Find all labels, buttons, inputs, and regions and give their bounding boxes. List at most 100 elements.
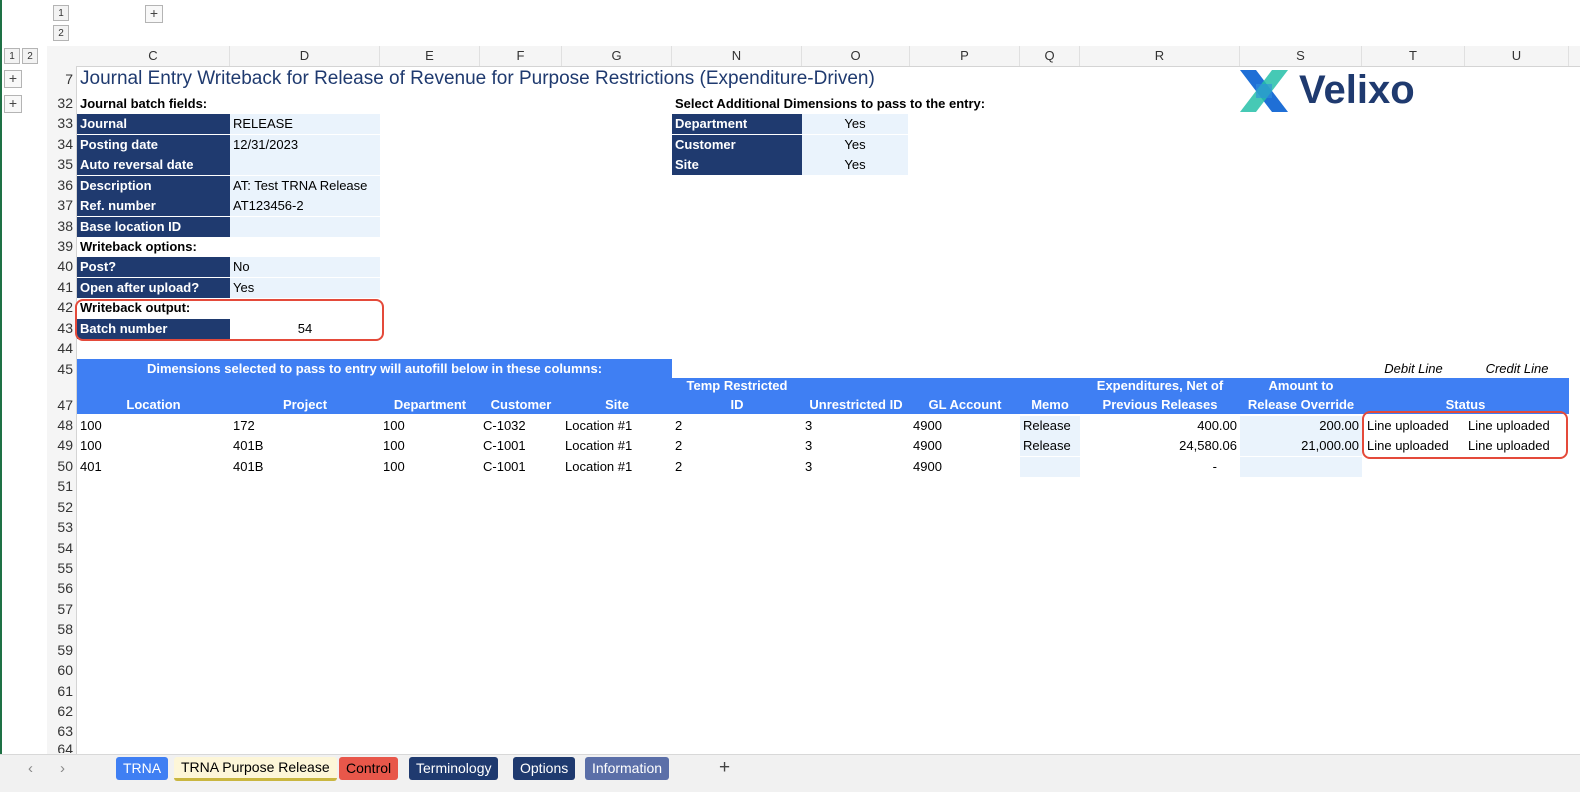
row-header[interactable]: 63 (47, 723, 73, 739)
cell-unrestricted-id[interactable]: 3 (802, 436, 910, 456)
cell-site[interactable]: Location #1 (562, 436, 672, 456)
column-header[interactable]: O (802, 46, 910, 66)
row-header[interactable]: 36 (47, 177, 73, 193)
row-header[interactable]: 43 (47, 320, 73, 336)
customer-toggle[interactable]: Yes (802, 135, 908, 155)
row-header[interactable]: 56 (47, 580, 73, 596)
cell-project[interactable]: 401B (230, 457, 380, 477)
outline-level-2-left[interactable]: 2 (22, 48, 38, 64)
cell-project[interactable]: 172 (230, 416, 380, 436)
row-header[interactable]: 50 (47, 458, 73, 474)
cell-memo[interactable]: Release (1020, 436, 1080, 456)
cell-temp-id[interactable]: 2 (672, 416, 802, 436)
row-header[interactable]: 64 (47, 741, 73, 753)
ref-number-value[interactable]: AT123456-2 (230, 196, 380, 216)
cell-unrestricted-id[interactable]: 3 (802, 416, 910, 436)
cell-amount-override[interactable]: 200.00 (1240, 416, 1362, 436)
row-header[interactable]: 47 (47, 397, 73, 413)
cell-site[interactable]: Location #1 (562, 416, 672, 436)
row-header[interactable]: 60 (47, 662, 73, 678)
tab-trna[interactable]: TRNA (116, 757, 169, 780)
row-header[interactable]: 51 (47, 478, 73, 494)
row-header[interactable]: 42 (47, 299, 73, 315)
expand-group-button[interactable]: + (145, 5, 163, 23)
tab-trna-purpose-release[interactable]: TRNA Purpose Release (174, 757, 337, 781)
cell-location[interactable]: 100 (77, 436, 230, 456)
row-header[interactable]: 35 (47, 156, 73, 172)
row-header[interactable]: 57 (47, 601, 73, 617)
cell-department[interactable]: 100 (380, 436, 480, 456)
column-header[interactable]: C (77, 46, 230, 66)
row-header[interactable]: 61 (47, 683, 73, 699)
department-toggle[interactable]: Yes (802, 114, 908, 134)
row-header[interactable]: 41 (47, 279, 73, 295)
journal-value[interactable]: RELEASE (230, 114, 380, 134)
expand-rows-button[interactable]: + (4, 95, 22, 113)
cell-memo[interactable] (1020, 457, 1080, 477)
cell-expenditures[interactable]: 400.00 (1080, 416, 1240, 436)
cell-customer[interactable]: C-1001 (480, 436, 562, 456)
row-header[interactable]: 62 (47, 703, 73, 719)
tab-information[interactable]: Information (585, 757, 670, 780)
cell-amount-override[interactable] (1240, 457, 1362, 477)
row-header[interactable]: 34 (47, 136, 73, 152)
row-header[interactable]: 49 (47, 437, 73, 453)
cell-location[interactable]: 401 (77, 457, 230, 477)
cell-gl-account[interactable]: 4900 (910, 416, 1020, 436)
cell-debit-status[interactable] (1364, 457, 1465, 477)
row-header[interactable]: 33 (47, 115, 73, 131)
column-header[interactable]: S (1240, 46, 1362, 66)
next-sheet-icon[interactable]: › (60, 760, 65, 777)
open-after-upload-value[interactable]: Yes (230, 278, 380, 298)
column-header[interactable]: P (910, 46, 1020, 66)
row-header[interactable]: 32 (47, 95, 73, 111)
expand-rows-button[interactable]: + (4, 70, 22, 88)
cell-credit-status[interactable] (1465, 457, 1569, 477)
column-header[interactable]: N (672, 46, 802, 66)
column-header[interactable]: T (1362, 46, 1465, 66)
row-header[interactable]: 7 (47, 71, 73, 87)
cell-site[interactable]: Location #1 (562, 457, 672, 477)
column-header[interactable]: G (562, 46, 672, 66)
cell-memo[interactable]: Release (1020, 416, 1080, 436)
cell-expenditures[interactable]: - (1080, 457, 1220, 477)
column-header[interactable]: D (230, 46, 380, 66)
tab-terminology[interactable]: Terminology (409, 757, 499, 780)
cell-customer[interactable]: C-1032 (480, 416, 562, 436)
row-header[interactable]: 38 (47, 218, 73, 234)
row-header[interactable]: 59 (47, 642, 73, 658)
row-header[interactable]: 48 (47, 417, 73, 433)
cell-expenditures[interactable]: 24,580.06 (1080, 436, 1240, 456)
tab-options[interactable]: Options (513, 757, 576, 780)
row-header[interactable]: 58 (47, 621, 73, 637)
row-header[interactable]: 53 (47, 519, 73, 535)
row-header[interactable]: 54 (47, 540, 73, 556)
posting-date-value[interactable]: 12/31/2023 (230, 135, 380, 155)
column-header[interactable]: E (380, 46, 480, 66)
cell-project[interactable]: 401B (230, 436, 380, 456)
cell-customer[interactable]: C-1001 (480, 457, 562, 477)
add-sheet-button[interactable]: + (719, 757, 730, 779)
column-header[interactable]: U (1465, 46, 1569, 66)
previous-sheet-icon[interactable]: ‹ (28, 760, 33, 777)
site-toggle[interactable]: Yes (802, 155, 908, 175)
cell-unrestricted-id[interactable]: 3 (802, 457, 910, 477)
row-header[interactable]: 55 (47, 560, 73, 576)
row-header[interactable]: 40 (47, 258, 73, 274)
row-header[interactable]: 44 (47, 340, 73, 356)
cell-gl-account[interactable]: 4900 (910, 436, 1020, 456)
outline-level-1-left[interactable]: 1 (4, 48, 20, 64)
base-location-value[interactable] (230, 217, 380, 237)
tab-control[interactable]: Control (339, 757, 399, 780)
row-header[interactable]: 39 (47, 238, 73, 254)
cell-department[interactable]: 100 (380, 416, 480, 436)
outline-level-1-top[interactable]: 1 (53, 5, 69, 21)
column-header[interactable]: R (1080, 46, 1240, 66)
cell-department[interactable]: 100 (380, 457, 480, 477)
row-header[interactable]: 52 (47, 499, 73, 515)
cell-gl-account[interactable]: 4900 (910, 457, 1020, 477)
cell-temp-id[interactable]: 2 (672, 436, 802, 456)
column-header[interactable]: F (480, 46, 562, 66)
cell-location[interactable]: 100 (77, 416, 230, 436)
cell-temp-id[interactable]: 2 (672, 457, 802, 477)
